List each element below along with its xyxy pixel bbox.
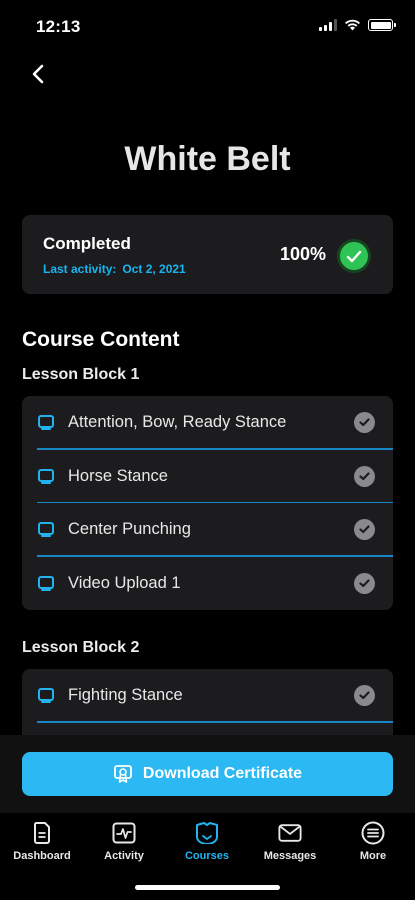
last-activity: Last activity: Oct 2, 2021 [43, 262, 186, 276]
progress-percent: 100% [279, 244, 326, 264]
lesson-block-label: Lesson Block 1 [22, 366, 140, 383]
tab-dashboard[interactable]: Dashboard [2, 821, 82, 862]
tab-activity[interactable]: Activity [84, 821, 164, 862]
lesson-icon [38, 522, 54, 538]
menu-circle-icon [361, 821, 385, 845]
back-button[interactable] [24, 60, 52, 88]
tab-courses[interactable]: Courses [167, 821, 247, 862]
last-activity-date: Oct 2, 2021 [122, 262, 186, 276]
tab-bar: Dashboard Activity Courses Messages More [0, 813, 415, 900]
document-icon [30, 821, 54, 845]
lesson-label: Attention, Bow, Ready Stance [68, 413, 287, 432]
completed-check-icon [337, 239, 371, 273]
envelope-icon [278, 821, 302, 845]
tab-label: More [359, 850, 387, 862]
lesson-block-1-list: Attention, Bow, Ready Stance Horse Stanc… [22, 396, 393, 610]
progress-status: Completed [43, 234, 131, 253]
tab-label: Messages [263, 850, 317, 862]
lesson-label: Horse Stance [68, 466, 168, 485]
cellular-signal-icon [319, 19, 337, 31]
tab-label: Activity [104, 850, 144, 862]
download-certificate-label: Download Certificate [142, 765, 303, 782]
lesson-label: Center Punching [68, 520, 191, 539]
check-circle-icon [354, 412, 375, 434]
download-certificate-button[interactable]: Download Certificate [22, 752, 393, 796]
check-circle-icon [354, 465, 375, 487]
lesson-item[interactable]: Center Punching [22, 503, 393, 557]
lesson-icon [38, 468, 54, 484]
lesson-label: Video Upload 1 [68, 573, 181, 592]
lesson-icon [38, 415, 54, 431]
tab-messages[interactable]: Messages [250, 821, 330, 862]
bottom-action-panel: Download Certificate [0, 735, 415, 813]
page-title: White Belt [124, 140, 291, 178]
activity-icon [112, 821, 136, 845]
status-icons [319, 19, 396, 31]
home-indicator[interactable] [135, 885, 280, 890]
last-activity-label: Last activity: [43, 262, 117, 276]
chevron-left-icon [32, 64, 44, 84]
lesson-block-label: Lesson Block 2 [22, 639, 140, 656]
check-circle-icon [354, 685, 375, 707]
battery-icon [368, 19, 396, 31]
progress-card: Completed Last activity: Oct 2, 2021 100% [22, 215, 393, 294]
lesson-label: Fighting Stance [68, 686, 183, 705]
course-content-title: Course Content [22, 328, 180, 351]
check-circle-icon [354, 572, 375, 594]
tab-label: Courses [184, 850, 230, 862]
certificate-icon [114, 765, 132, 783]
tab-more[interactable]: More [333, 821, 413, 862]
lesson-icon [38, 575, 54, 591]
wifi-icon [345, 19, 360, 31]
lesson-item[interactable]: Horse Stance [22, 450, 393, 504]
status-time: 12:13 [36, 17, 81, 36]
lesson-item[interactable]: Fighting Stance [22, 669, 393, 723]
lesson-item[interactable]: Attention, Bow, Ready Stance [22, 396, 393, 450]
lesson-icon [38, 688, 54, 704]
tab-label: Dashboard [13, 850, 71, 862]
courses-icon [195, 821, 219, 845]
check-circle-icon [354, 519, 375, 541]
lesson-item[interactable]: Video Upload 1 [22, 557, 393, 611]
status-bar: 12:13 [0, 0, 415, 50]
